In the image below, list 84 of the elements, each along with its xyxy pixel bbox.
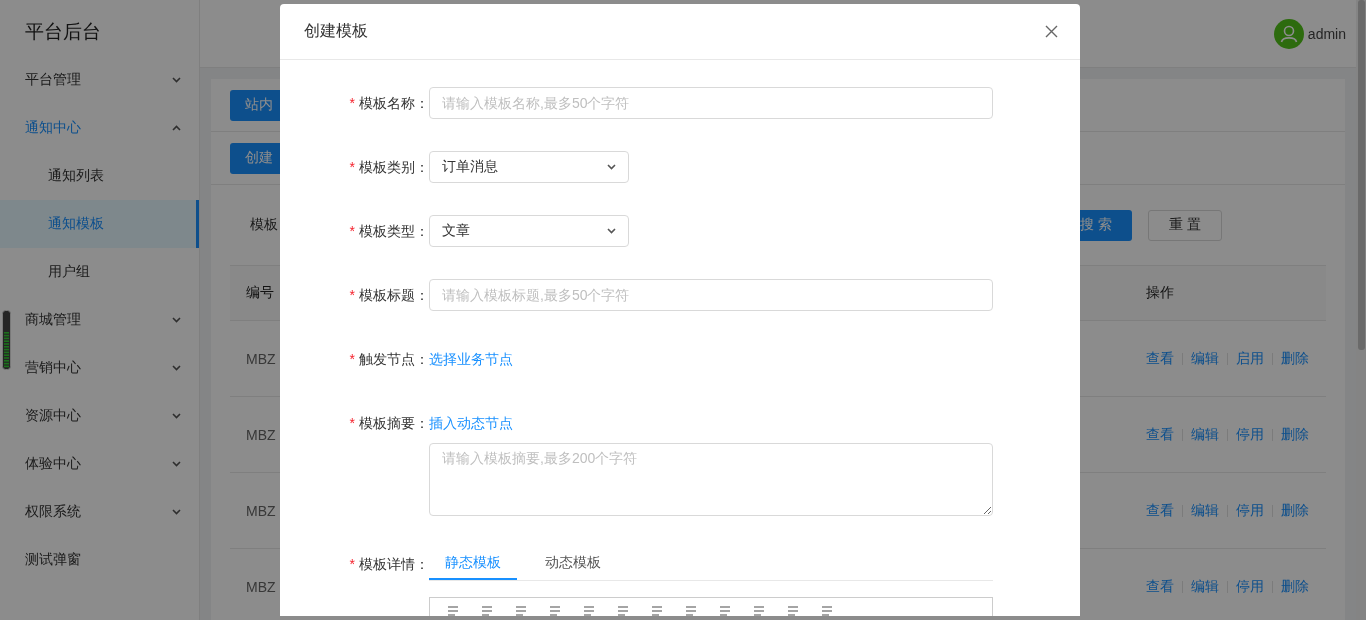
action-link[interactable]: 删除 [1281, 425, 1309, 444]
reset-button[interactable]: 重置 [1148, 209, 1222, 241]
chevron-down-icon [172, 413, 181, 419]
action-link[interactable]: 查看 [1146, 349, 1174, 368]
dialog-title: 创建模板 [304, 21, 368, 41]
menu-item[interactable]: 权限系统 [0, 488, 199, 536]
menu-item[interactable]: 商城管理 [0, 296, 199, 344]
field-label: 模板标题： [359, 286, 429, 305]
action-link[interactable]: 删除 [1281, 349, 1309, 368]
action-link[interactable]: 删除 [1281, 577, 1309, 596]
menu-item[interactable]: 资源中心 [0, 392, 199, 440]
field-label: 触发节点： [359, 350, 429, 369]
submenu-item[interactable]: 通知列表 [0, 152, 199, 200]
chevron-up-icon [172, 125, 181, 131]
menu-item[interactable]: 测试弹窗 [0, 536, 199, 584]
text-field[interactable]: 请输入模板名称,最多50个字符 [429, 87, 993, 119]
required-mark: * [349, 555, 355, 574]
required-mark: * [349, 286, 355, 305]
chevron-down-icon [172, 509, 181, 515]
field-label: 模板名称： [359, 94, 429, 113]
field-label: 模板摘要： [359, 414, 429, 433]
action-link[interactable]: 查看 [1146, 425, 1174, 444]
toolbar-icon[interactable] [650, 604, 664, 616]
chevron-down-icon [172, 461, 181, 467]
toolbar-icon[interactable] [446, 604, 460, 616]
toolbar-icon[interactable] [786, 604, 800, 616]
table-cell: MBZ [246, 578, 276, 595]
action-link[interactable]: 编辑 [1191, 501, 1219, 520]
action-link[interactable]: 启用 [1236, 349, 1264, 368]
avatar-icon[interactable] [1273, 18, 1304, 49]
filter-label: 模板 [250, 216, 278, 234]
chevron-down-icon [607, 228, 616, 234]
chevron-down-icon [172, 365, 181, 371]
table-cell: MBZ [246, 426, 276, 443]
toolbar-icon[interactable] [548, 604, 562, 616]
menu-item[interactable]: 平台管理 [0, 56, 199, 104]
toolbar-icon[interactable] [752, 604, 766, 616]
required-mark: * [349, 222, 355, 241]
action-link[interactable]: 编辑 [1191, 577, 1219, 596]
action-link[interactable]: 编辑 [1191, 349, 1219, 368]
column-header: 编号 [246, 284, 274, 300]
menu-item[interactable]: 通知中心 [0, 104, 199, 152]
toolbar-icon[interactable] [718, 604, 732, 616]
action-link[interactable]: 编辑 [1191, 425, 1219, 444]
toolbar-icon[interactable] [582, 604, 596, 616]
select-field[interactable]: 订单消息 [429, 151, 629, 183]
field-label: 模板类别： [359, 158, 429, 177]
user-name[interactable]: admin [1307, 25, 1346, 42]
toolbar-icon[interactable] [616, 604, 630, 616]
action-link[interactable]: 停用 [1236, 425, 1264, 444]
required-mark: * [349, 350, 355, 369]
chevron-down-icon [172, 317, 181, 323]
menu-item[interactable]: 营销中心 [0, 344, 199, 392]
select-field[interactable]: 文章 [429, 215, 629, 247]
action-link[interactable]: 停用 [1236, 577, 1264, 596]
required-mark: * [349, 158, 355, 177]
table-cell: MBZ [246, 502, 276, 519]
submenu-item[interactable]: 通知模板 [0, 200, 199, 248]
toolbar-icon[interactable] [820, 604, 834, 616]
chevron-down-icon [607, 164, 616, 170]
field-label: 模板类型： [359, 222, 429, 241]
required-mark: * [349, 94, 355, 113]
toolbar-icon[interactable] [480, 604, 494, 616]
toolbar-icon[interactable] [514, 604, 528, 616]
toolbar-icon[interactable] [684, 604, 698, 616]
action-link[interactable]: 查看 [1146, 501, 1174, 520]
select-node-link[interactable]: 选择业务节点 [429, 351, 513, 367]
field-label: 模板详情： [359, 555, 429, 574]
action-link[interactable]: 查看 [1146, 577, 1174, 596]
column-header: 操作 [1146, 284, 1174, 300]
insert-node-link[interactable]: 插入动态节点 [429, 415, 513, 431]
menu-item[interactable]: 体验中心 [0, 440, 199, 488]
text-field[interactable]: 请输入模板标题,最多50个字符 [429, 279, 993, 311]
required-mark: * [349, 414, 355, 433]
tab[interactable]: 静态模板 [429, 544, 517, 580]
close-icon[interactable] [1045, 25, 1058, 38]
submenu-item[interactable]: 用户组 [0, 248, 199, 296]
table-cell: MBZ [246, 350, 276, 367]
action-link[interactable]: 删除 [1281, 501, 1309, 520]
app-title: 平台后台 [24, 20, 102, 44]
summary-field[interactable]: 请输入模板摘要,最多200个字符 [429, 443, 993, 516]
action-link[interactable]: 停用 [1236, 501, 1264, 520]
chevron-down-icon [172, 77, 181, 83]
tab[interactable]: 动态模板 [529, 544, 617, 580]
